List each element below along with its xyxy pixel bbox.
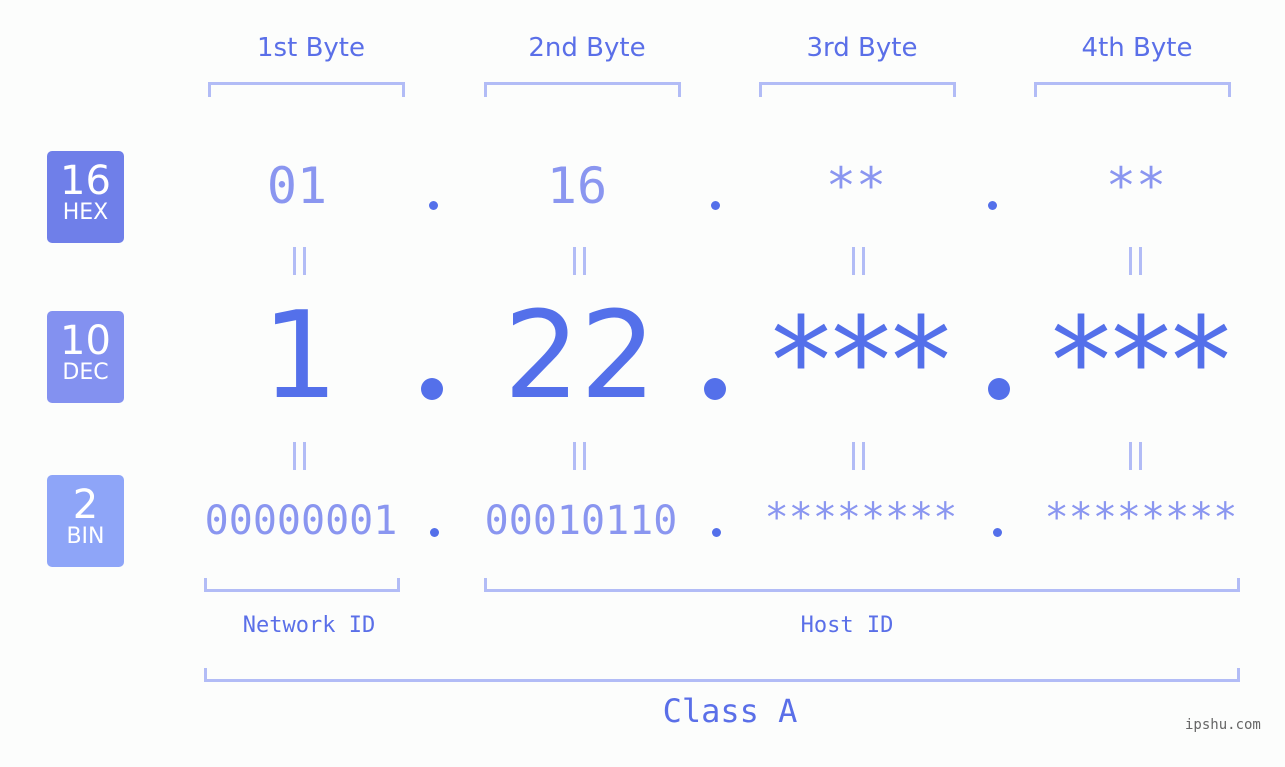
bin-separator-dot <box>712 528 721 537</box>
hex-badge-number: 16 <box>60 158 111 204</box>
equals-marker <box>1129 442 1142 470</box>
dec-byte-3: *** <box>771 293 951 432</box>
dec-separator-dot <box>704 378 726 400</box>
bin-byte-1: 00000001 <box>204 498 398 544</box>
dec-byte-4: *** <box>1051 293 1231 432</box>
network-id-label: Network ID <box>242 613 376 638</box>
bin-separator-dot <box>430 528 439 537</box>
hex-byte-3: ** <box>825 157 887 215</box>
hex-separator-dot <box>711 201 720 210</box>
bin-badge: 2 BIN <box>47 475 124 567</box>
equals-marker <box>573 442 586 470</box>
host-id-bracket <box>484 578 1240 592</box>
dec-badge-number: 10 <box>60 318 111 364</box>
class-bracket <box>204 668 1240 682</box>
watermark: ipshu.com <box>1185 717 1261 733</box>
dec-byte-1: 1 <box>261 287 339 426</box>
equals-marker <box>293 442 306 470</box>
bin-badge-number: 2 <box>72 482 99 528</box>
bin-badge-label: BIN <box>66 524 105 549</box>
equals-marker <box>293 247 306 275</box>
network-id-bracket <box>204 578 400 592</box>
dec-badge-label: DEC <box>62 360 109 385</box>
hex-byte-2: 16 <box>546 157 608 215</box>
dec-separator-dot <box>988 378 1010 400</box>
equals-marker <box>852 247 865 275</box>
byte-bracket-4 <box>1034 82 1231 97</box>
hex-badge: 16 HEX <box>47 151 124 243</box>
bin-byte-4: ******** <box>1044 495 1238 541</box>
hex-byte-1: 01 <box>266 157 328 215</box>
equals-marker <box>852 442 865 470</box>
host-id-label: Host ID <box>800 613 894 638</box>
dec-separator-dot <box>421 378 443 400</box>
hex-separator-dot <box>429 201 438 210</box>
dec-byte-2: 22 <box>503 287 657 426</box>
hex-separator-dot <box>988 201 997 210</box>
byte-header-1: 1st Byte <box>257 33 365 63</box>
byte-header-2: 2nd Byte <box>528 33 646 63</box>
byte-bracket-1 <box>208 82 405 97</box>
equals-marker <box>573 247 586 275</box>
bin-byte-2: 00010110 <box>484 498 678 544</box>
byte-bracket-3 <box>759 82 956 97</box>
bin-separator-dot <box>993 528 1002 537</box>
bin-byte-3: ******** <box>764 495 958 541</box>
byte-header-3: 3rd Byte <box>806 33 918 63</box>
equals-marker <box>1129 247 1142 275</box>
class-label: Class A <box>662 692 798 730</box>
hex-byte-4: ** <box>1105 157 1167 215</box>
hex-badge-label: HEX <box>62 200 109 225</box>
byte-header-4: 4th Byte <box>1081 33 1193 63</box>
dec-badge: 10 DEC <box>47 311 124 403</box>
byte-bracket-2 <box>484 82 681 97</box>
